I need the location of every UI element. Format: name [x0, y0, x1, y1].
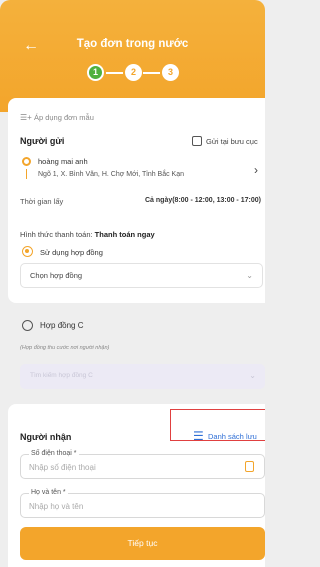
name-label: Họ và tên *	[29, 489, 68, 496]
header-bar: ← Tạo đơn trong nước 1 2 3	[0, 0, 265, 112]
contacts-icon[interactable]	[245, 461, 254, 472]
pickup-time-label: Thời gian lấy	[20, 197, 64, 206]
chevron-down-icon: ⌄	[246, 271, 253, 280]
contract-c-label: Hợp đồng C	[40, 321, 84, 330]
step-connector	[143, 72, 160, 74]
page-title: Tạo đơn trong nước	[76, 38, 189, 50]
payment-method: Hình thức thanh toán: Thanh toán ngay	[20, 230, 155, 239]
sender-title: Người gửi	[20, 136, 65, 146]
sender-card: ☰+ Áp dụng đơn mẫu Người gửi Gửi tại bưu…	[8, 98, 265, 303]
contract-c-radio[interactable]	[22, 320, 33, 331]
use-contract-label: Sử dụng hợp đồng	[40, 248, 103, 257]
continue-button[interactable]: Tiếp tục	[20, 527, 265, 560]
chevron-right-icon[interactable]: ›	[254, 163, 258, 177]
step-connector	[106, 72, 123, 74]
apply-template-link[interactable]: ☰+ Áp dụng đơn mẫu	[20, 113, 94, 122]
step-1: 1	[87, 64, 104, 81]
sender-name[interactable]: hoàng mai anh	[38, 157, 88, 166]
use-contract-radio[interactable]	[22, 246, 33, 257]
name-placeholder: Nhập họ và tên	[29, 502, 84, 511]
contract-select[interactable]: Chọn hợp đồng ⌄	[20, 263, 263, 288]
step-2: 2	[125, 64, 142, 81]
receiver-title: Người nhận	[20, 432, 72, 442]
contract-c-search-placeholder: Tìm kiếm hợp đồng C	[30, 372, 93, 379]
pickup-time-value[interactable]: Cả ngày(8:00 - 12:00, 13:00 - 17:00)	[145, 197, 261, 204]
phone-field[interactable]: Số điện thoại * Nhập số điện thoại	[20, 450, 265, 479]
contract-select-value: Chọn hợp đồng	[30, 271, 83, 280]
address-connector	[26, 169, 27, 179]
post-office-label: Gửi tại bưu cục	[206, 137, 258, 146]
saved-list-highlight	[170, 409, 265, 441]
stepper: 1 2 3	[87, 64, 179, 82]
step-3: 3	[162, 64, 179, 81]
template-icon: ☰+	[20, 113, 32, 122]
name-field[interactable]: Họ và tên * Nhập họ và tên	[20, 489, 265, 518]
chevron-down-icon: ⌄	[249, 371, 256, 380]
location-pin-icon	[22, 157, 31, 166]
contract-c-search: Tìm kiếm hợp đồng C ⌄	[20, 364, 265, 389]
phone-label: Số điện thoại *	[29, 450, 79, 457]
contract-c-note: (Hợp đồng thu cước nơi người nhận)	[20, 345, 110, 351]
phone-placeholder: Nhập số điện thoại	[29, 463, 96, 472]
post-office-checkbox[interactable]	[192, 136, 202, 146]
sender-address[interactable]: Ngõ 1, X. Bình Văn, H. Chợ Mới, Tỉnh Bắc…	[38, 171, 184, 178]
